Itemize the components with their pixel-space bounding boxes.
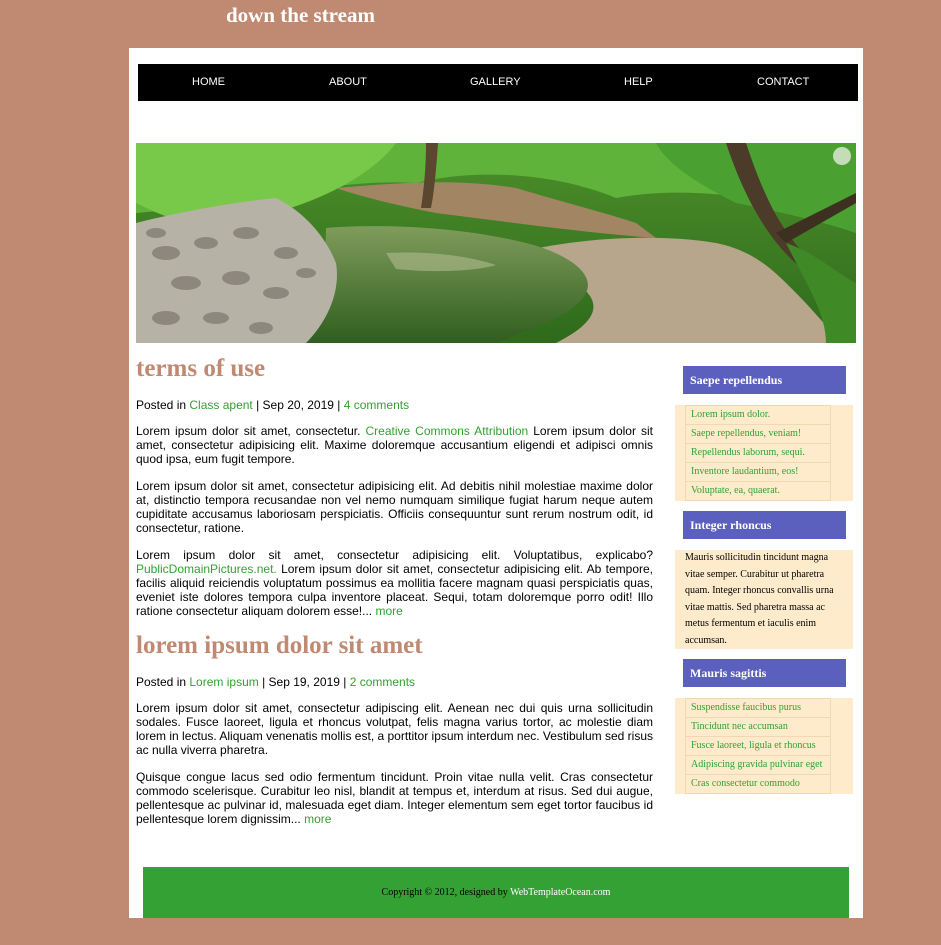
- list-item: Repellendus laborum, sequi.: [685, 444, 831, 463]
- nav-contact[interactable]: CONTACT: [757, 76, 809, 89]
- main-content: terms of use Posted in Class apent | Sep…: [136, 354, 653, 839]
- post-paragraph: Quisque congue lacus sed odio fermentum …: [136, 770, 653, 826]
- list-item: Tincidunt nec accumsan: [685, 718, 831, 737]
- post-paragraph: Lorem ipsum dolor sit amet, consectetur …: [136, 479, 653, 535]
- post-meta: Posted in Lorem ipsum | Sep 19, 2019 | 2…: [136, 675, 653, 689]
- sidebar-link[interactable]: Adipiscing gravida pulvinar eget: [691, 759, 822, 770]
- attribution-link[interactable]: Creative Commons Attribution: [365, 424, 528, 438]
- nav-about[interactable]: ABOUT: [329, 76, 367, 89]
- sidebar-link[interactable]: Cras consectetur commodo: [691, 778, 800, 789]
- para-text: Quisque congue lacus sed odio fermentum …: [136, 770, 653, 826]
- sidebar: Saepe repellendus Lorem ipsum dolor. Sae…: [675, 366, 853, 804]
- sidebar-heading: Integer rhoncus: [683, 511, 846, 539]
- sidebar-link-list: Lorem ipsum dolor. Saepe repellendus, ve…: [675, 405, 853, 501]
- source-link[interactable]: PublicDomainPictures.net.: [136, 562, 277, 576]
- para-text: Lorem ipsum dolor sit amet, consectetur …: [136, 548, 653, 562]
- sidebar-link[interactable]: Tincidunt nec accumsan: [691, 721, 788, 732]
- footer: Copyright © 2012, designed by WebTemplat…: [143, 867, 849, 918]
- sidebar-text: Mauris sollicitudin tincidunt magna vita…: [685, 552, 834, 646]
- post-1: terms of use Posted in Class apent | Sep…: [136, 354, 653, 618]
- sidebar-link[interactable]: Voluptate, ea, quaerat.: [691, 485, 780, 496]
- sidebar-box: Mauris sollicitudin tincidunt magna vita…: [675, 550, 853, 649]
- sidebar-link[interactable]: Inventore laudantium, eos!: [691, 466, 798, 477]
- post-category-link[interactable]: Class apent: [189, 398, 252, 412]
- post-comments-link[interactable]: 2 comments: [350, 675, 415, 689]
- footer-designer-link[interactable]: WebTemplateOcean.com: [510, 887, 610, 898]
- post-date: | Sep 20, 2019 |: [252, 398, 344, 412]
- post-title[interactable]: lorem ipsum dolor sit amet: [136, 631, 653, 661]
- page-container: HOME ABOUT GALLERY HELP CONTACT terms of…: [129, 48, 863, 918]
- post-comments-link[interactable]: 4 comments: [344, 398, 409, 412]
- nav-gallery[interactable]: GALLERY: [470, 76, 521, 89]
- main-nav: HOME ABOUT GALLERY HELP CONTACT: [138, 64, 858, 101]
- post-category-link[interactable]: Lorem ipsum: [189, 675, 258, 689]
- nav-help[interactable]: HELP: [624, 76, 653, 89]
- meta-prefix: Posted in: [136, 398, 190, 412]
- post-title[interactable]: terms of use: [136, 354, 653, 384]
- sidebar-heading: Saepe repellendus: [683, 366, 846, 394]
- list-item: Voluptate, ea, quaerat.: [685, 482, 831, 501]
- sidebar-link[interactable]: Lorem ipsum dolor.: [691, 409, 770, 420]
- sidebar-box: Lorem ipsum dolor. Saepe repellendus, ve…: [675, 405, 853, 501]
- sidebar-heading: Mauris sagittis: [683, 659, 846, 687]
- list-item: Fusce laoreet, ligula et rhoncus: [685, 737, 831, 756]
- sidebar-link-list: Suspendisse faucibus purus Tincidunt nec…: [675, 698, 853, 794]
- post-2: lorem ipsum dolor sit amet Posted in Lor…: [136, 631, 653, 826]
- post-paragraph: Lorem ipsum dolor sit amet, consectetur …: [136, 701, 653, 757]
- list-item: Adipiscing gravida pulvinar eget: [685, 756, 831, 775]
- sidebar-box: Suspendisse faucibus purus Tincidunt nec…: [675, 698, 853, 794]
- hero-stream-image: [136, 143, 856, 343]
- list-item: Suspendisse faucibus purus: [685, 698, 831, 718]
- list-item: Lorem ipsum dolor.: [685, 405, 831, 425]
- post-paragraph: Lorem ipsum dolor sit amet, consectetur …: [136, 548, 653, 618]
- read-more-link[interactable]: more: [375, 604, 402, 618]
- read-more-link[interactable]: more: [304, 812, 331, 826]
- list-item: Inventore laudantium, eos!: [685, 463, 831, 482]
- list-item: Saepe repellendus, veniam!: [685, 425, 831, 444]
- post-paragraph: Lorem ipsum dolor sit amet, consectetur.…: [136, 424, 653, 466]
- copyright-text: Copyright © 2012, designed by: [381, 887, 511, 898]
- post-date: | Sep 19, 2019 |: [258, 675, 350, 689]
- post-meta: Posted in Class apent | Sep 20, 2019 | 4…: [136, 398, 653, 412]
- site-title: down the stream: [226, 3, 375, 27]
- meta-prefix: Posted in: [136, 675, 190, 689]
- sidebar-link[interactable]: Fusce laoreet, ligula et rhoncus: [691, 740, 816, 751]
- para-text: Lorem ipsum dolor sit amet, consectetur.: [136, 424, 366, 438]
- sidebar-link[interactable]: Saepe repellendus, veniam!: [691, 428, 801, 439]
- sidebar-link[interactable]: Suspendisse faucibus purus: [691, 702, 801, 713]
- sidebar-link[interactable]: Repellendus laborum, sequi.: [691, 447, 805, 458]
- list-item: Cras consectetur commodo: [685, 775, 831, 794]
- nav-home[interactable]: HOME: [192, 76, 225, 89]
